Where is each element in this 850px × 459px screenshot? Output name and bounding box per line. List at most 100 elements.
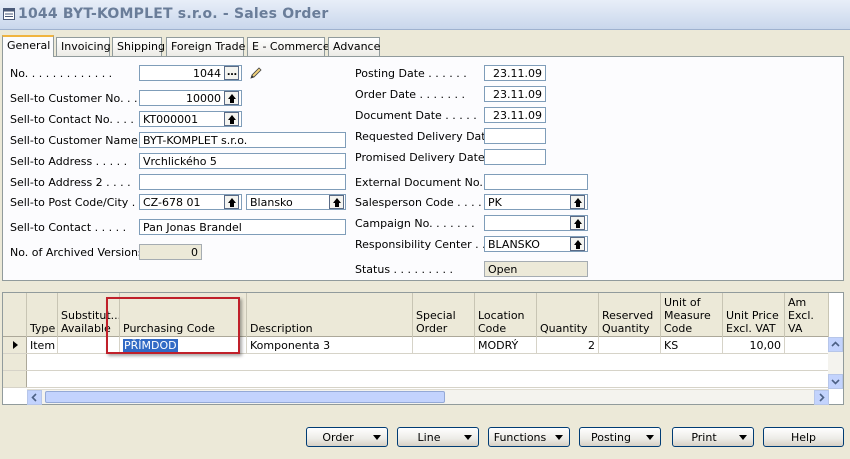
salesperson-lookup-button[interactable] [570,195,585,209]
sell-to-address-label: Sell-to Address . . . . . [10,155,128,168]
sell-to-post-code-city-label: Sell-to Post Code/City . . [10,196,143,209]
col-quantity[interactable]: Quantity [537,293,599,337]
sell-to-customer-no-label: Sell-to Customer No. . . [10,92,138,105]
col-line-amount[interactable]: Line Am Excl. VA [785,293,829,337]
cell-type[interactable]: Item [27,337,58,354]
cell-uom[interactable]: KS [661,337,723,354]
ellipsis-icon: … [227,67,237,78]
posting-date-field[interactable]: 23.11.09 [484,65,546,81]
col-unit-of-measure[interactable]: Unit of Measure Code [661,293,723,337]
chevron-down-icon [831,379,840,385]
cell-special-order[interactable] [413,337,475,354]
posting-menu-button[interactable]: Posting [579,427,661,447]
col-reserved-quantity[interactable]: Reserved Quantity [599,293,661,337]
requested-delivery-date-label: Requested Delivery Date [355,130,493,143]
scroll-right-button[interactable] [814,390,829,405]
external-document-no-label: External Document No. . [355,176,490,189]
city-lookup-button[interactable] [329,195,344,209]
purchasing-code-highlight [106,297,240,354]
window-title: 1044 BYT-KOMPLET s.r.o. - Sales Order [18,6,329,22]
status-field[interactable]: Open [484,261,588,277]
horizontal-scrollbar[interactable] [27,389,829,405]
campaign-lookup-button[interactable] [570,216,585,230]
sell-to-contact-label: Sell-to Contact . . . . . [10,221,127,234]
chevron-left-icon [31,393,37,402]
status-label: Status . . . . . . . . . [355,263,453,276]
vertical-scrollbar[interactable] [828,337,843,389]
col-location-code[interactable]: Location Code [475,293,537,337]
cell-unit-price[interactable]: 10,00 [723,337,785,354]
cell-quantity[interactable]: 2 [537,337,599,354]
table-row[interactable] [3,354,829,371]
tab-foreign-trade[interactable]: Foreign Trade [166,37,245,56]
campaign-no-label: Campaign No. . . . . . . [355,217,475,230]
chevron-right-icon [819,393,825,402]
sell-to-address-field[interactable]: Vrchlického 5 [139,153,346,169]
sell-to-address2-label: Sell-to Address 2 . . . . [10,176,131,189]
tab-e-commerce[interactable]: E - Commerce [247,37,330,56]
help-button[interactable]: Help [763,427,844,447]
scroll-down-button[interactable] [828,374,843,389]
scroll-up-button[interactable] [828,337,843,352]
promised-delivery-date-field[interactable] [484,149,546,165]
horizontal-scroll-thumb[interactable] [45,391,445,403]
order-date-label: Order Date . . . . . . . [355,88,465,101]
cell-description[interactable]: Komponenta 3 [247,337,413,354]
document-date-field[interactable]: 23.11.09 [484,107,546,123]
col-description[interactable]: Description [247,293,413,337]
sell-to-address2-field[interactable] [139,174,346,190]
document-date-label: Document Date . . . . . [355,109,477,122]
assist-edit-button[interactable]: … [224,66,239,80]
archived-versions-label: No. of Archived Versions. [10,246,148,259]
pencil-icon[interactable] [248,65,264,81]
tab-advance[interactable]: Advance [328,37,380,56]
post-code-lookup-button[interactable] [224,195,239,209]
col-unit-price[interactable]: Unit Price Excl. VAT [723,293,785,337]
chevron-up-icon [831,341,840,347]
sell-to-contact-field[interactable]: Pan Jonas Brandel [139,219,346,235]
row-selector-header [3,293,27,337]
order-date-field[interactable]: 23.11.09 [484,86,546,102]
no-label: No. . . . . . . . . . . . . [10,67,113,80]
scroll-left-button[interactable] [27,390,42,405]
col-special-order[interactable]: Special Order [413,293,475,337]
order-button-label: Order [322,431,354,444]
functions-button-label: Functions [493,431,547,444]
print-menu-button[interactable]: Print [672,427,754,447]
sell-to-customer-name-field[interactable]: BYT-KOMPLET s.r.o. [139,132,346,148]
col-type[interactable]: Type [27,293,58,337]
cell-location-code[interactable]: MODRÝ [475,337,537,354]
responsibility-center-label: Responsibility Center . . [355,238,486,251]
requested-delivery-date-field[interactable] [484,128,546,144]
tab-invoicing[interactable]: Invoicing [56,37,111,56]
sell-to-customer-name-label: Sell-to Customer Name . [10,134,145,147]
dropdown-arrow-icon [555,435,563,440]
responsibility-center-lookup-button[interactable] [570,237,585,251]
dropdown-arrow-icon [373,435,381,440]
tab-general[interactable]: General [2,35,54,57]
table-row[interactable] [3,371,829,388]
functions-menu-button[interactable]: Functions [488,427,570,447]
sell-to-contact-no-label: Sell-to Contact No. . . . [10,113,134,126]
external-document-no-field[interactable] [484,174,588,190]
print-button-label: Print [691,431,717,444]
promised-delivery-date-label: Promised Delivery Date . [355,151,492,164]
form-icon [3,8,15,20]
dropdown-arrow-icon [739,435,747,440]
posting-button-label: Posting [590,431,632,444]
tab-shipping[interactable]: Shipping [112,37,165,56]
customer-lookup-button[interactable] [224,91,239,105]
line-menu-button[interactable]: Line [397,427,479,447]
cell-line-amount[interactable] [785,337,829,354]
order-menu-button[interactable]: Order [306,427,388,447]
line-button-label: Line [417,431,441,444]
window-titlebar[interactable]: 1044 BYT-KOMPLET s.r.o. - Sales Order [0,0,850,30]
posting-date-label: Posting Date . . . . . . [355,67,467,80]
contact-lookup-button[interactable] [224,112,239,126]
archived-versions-field[interactable]: 0 [139,244,202,260]
salesperson-code-label: Salesperson Code . . . . [355,196,482,209]
dropdown-arrow-icon [464,435,472,440]
help-button-label: Help [790,431,817,444]
cell-reserved-quantity[interactable] [599,337,661,354]
dropdown-arrow-icon [646,435,654,440]
